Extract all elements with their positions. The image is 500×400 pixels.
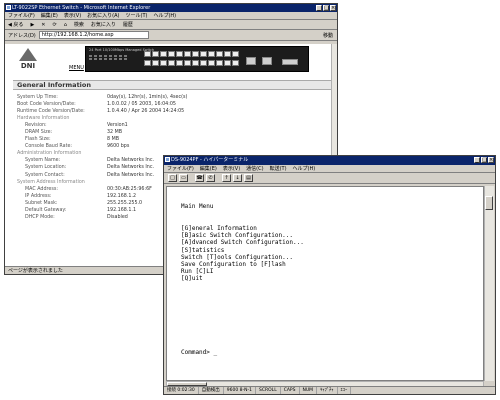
forward-button[interactable]: ▶	[30, 20, 34, 29]
go-button[interactable]: 移動	[323, 32, 333, 39]
menu-option-quit: [Q]uit	[181, 275, 203, 283]
terminal-screen[interactable]: Main Menu [G]eneral Information [B]asic …	[166, 186, 484, 381]
switch-front-panel-image: 24 Port 10/100Mbps Managed Switch	[85, 46, 309, 72]
open-icon[interactable]: ▭	[179, 174, 188, 182]
info-row: Boot Code Version/Date: 1.0.0.02 / 05 200…	[17, 102, 176, 108]
terminal-icon	[165, 157, 170, 162]
info-row: Flash Size: 8 MB	[25, 137, 120, 143]
stop-button[interactable]: ✕	[41, 20, 45, 29]
info-row: DRAM Size: 32 MB	[25, 130, 123, 136]
main-menu-items: [G]eneral Information [B]asic Switch Con…	[181, 225, 304, 283]
menu-favorites[interactable]: お気に入り(A)	[87, 12, 119, 19]
terminal-close-button[interactable]: ×	[488, 157, 494, 163]
info-section-header: Hardware Information	[17, 116, 70, 122]
menu-option-tools: Switch [T]ools Configuration...	[181, 253, 293, 261]
menu-file[interactable]: ファイル(F)	[8, 12, 35, 19]
info-row: Console Baud Rate: 9600 bps	[25, 144, 130, 150]
new-connection-icon[interactable]: □	[168, 174, 177, 182]
search-button[interactable]: 検索	[74, 20, 84, 29]
menu-option-basic: [B]asic Switch Configuration...	[181, 232, 293, 240]
hyperterminal-window: DS-9024PF - ハイパーターミナル _ □ × ファイル(F) 編集(E…	[163, 155, 496, 395]
terminal-menu-help[interactable]: ヘルプ(H)	[293, 165, 316, 172]
menu-link[interactable]: MENU	[69, 65, 84, 71]
menu-option-cli: Run [C]LI	[181, 268, 214, 276]
maximize-button[interactable]: □	[323, 5, 329, 11]
address-input[interactable]: http://192.168.1.2/home.asp	[38, 31, 149, 39]
switch-banner: DNI MENU 24 Port 10/100Mbps Managed Swit…	[5, 44, 331, 74]
info-row: System Up Time: 0day(s), 12hr(s), 1min(s)…	[17, 95, 188, 100]
terminal-status-bar: 接続 0:02:30 自動検出 9600 8-N-1 SCROLL CAPS N…	[164, 386, 495, 394]
terminal-menu-transfer[interactable]: 転送(T)	[270, 165, 287, 172]
dni-logo: DNI	[17, 48, 39, 72]
uplink-module-1[interactable]	[246, 57, 256, 65]
logo-triangle-icon	[19, 48, 37, 61]
browser-title: LT-9022SP Ethernet Switch - Microsoft In…	[12, 5, 151, 11]
browser-toolbar: ◀ 戻る ▶ ✕ ⟳ ⌂ 検索 お気に入り 履歴	[5, 20, 337, 30]
disconnect-icon[interactable]: ✆	[206, 174, 215, 182]
back-button[interactable]: ◀ 戻る	[8, 20, 23, 29]
command-prompt[interactable]: Command> _	[181, 349, 217, 356]
terminal-menu-bar: ファイル(F) 編集(E) 表示(V) 通信(C) 転送(T) ヘルプ(H)	[164, 165, 495, 173]
terminal-menu-view[interactable]: 表示(V)	[223, 165, 240, 172]
main-menu-title: Main Menu	[181, 203, 214, 210]
console-port[interactable]	[282, 59, 298, 65]
status-capture: ｷｬﾌﾟﾁｬ	[317, 387, 338, 394]
browser-title-bar[interactable]: LT-9022SP Ethernet Switch - Microsoft In…	[5, 4, 337, 12]
terminal-maximize-button[interactable]: □	[481, 157, 487, 163]
call-icon[interactable]: ☎	[195, 174, 204, 182]
status-caps: CAPS	[281, 387, 300, 394]
menu-option-statistics: [S]tatistics	[181, 246, 225, 254]
terminal-scroll-thumb[interactable]	[485, 196, 493, 210]
menu-edit[interactable]: 編集(E)	[41, 12, 58, 19]
terminal-minimize-button[interactable]: _	[474, 157, 480, 163]
terminal-title: DS-9024PF - ハイパーターミナル	[171, 157, 249, 163]
receive-icon[interactable]: ↓	[233, 174, 242, 182]
ie-icon	[6, 5, 11, 10]
browser-menu-bar: ファイル(F) 編集(E) 表示(V) お気に入り(A) ツール(T) ヘルプ(…	[5, 12, 337, 20]
general-info-heading: General Information	[13, 80, 333, 90]
history-button[interactable]: 履歴	[123, 20, 133, 29]
refresh-button[interactable]: ⟳	[53, 20, 57, 29]
properties-icon[interactable]: ▤	[244, 174, 253, 182]
minimize-button[interactable]: _	[316, 5, 322, 11]
menu-help[interactable]: ヘルプ(H)	[153, 12, 176, 19]
terminal-menu-edit[interactable]: 編集(E)	[200, 165, 217, 172]
status-detect: 自動検出	[199, 387, 224, 394]
info-row: Revision: Version1	[25, 123, 128, 129]
menu-view[interactable]: 表示(V)	[64, 12, 81, 19]
terminal-menu-call[interactable]: 通信(C)	[246, 165, 263, 172]
logo-text: DNI	[20, 62, 36, 70]
home-button[interactable]: ⌂	[64, 20, 67, 29]
port-row-bottom[interactable]	[144, 60, 239, 66]
favorites-button[interactable]: お気に入り	[91, 20, 116, 29]
info-row: Runtime Code Version/Date: 1.0.4.40 / Apr…	[17, 109, 185, 115]
switch-leds	[89, 55, 128, 60]
terminal-menu-file[interactable]: ファイル(F)	[167, 165, 194, 172]
terminal-vertical-scrollbar[interactable]	[484, 186, 494, 381]
address-label: アドレス(D)	[8, 32, 36, 39]
status-scroll: SCROLL	[256, 387, 281, 394]
close-button[interactable]: ×	[330, 5, 336, 11]
menu-tools[interactable]: ツール(T)	[126, 12, 148, 19]
uplink-module-2[interactable]	[262, 57, 272, 65]
address-bar: アドレス(D) http://192.168.1.2/home.asp 移動	[5, 30, 337, 41]
menu-option-general: [G]eneral Information	[181, 225, 257, 232]
status-num: NUM	[300, 387, 318, 394]
menu-option-save: Save Configuration to [F]lash	[181, 261, 286, 269]
send-icon[interactable]: ↑	[222, 174, 231, 182]
terminal-title-bar[interactable]: DS-9024PF - ハイパーターミナル _ □ ×	[164, 156, 495, 165]
status-echo: ｴｺｰ	[338, 387, 352, 394]
port-row-top[interactable]	[144, 51, 239, 57]
status-connected-time: 接続 0:02:30	[164, 387, 199, 394]
menu-option-advanced: [A]dvanced Switch Configuration...	[181, 239, 304, 247]
status-port-settings: 9600 8-N-1	[224, 387, 257, 394]
terminal-toolbar: □ ▭ ☎ ✆ ↑ ↓ ▤	[164, 173, 495, 184]
